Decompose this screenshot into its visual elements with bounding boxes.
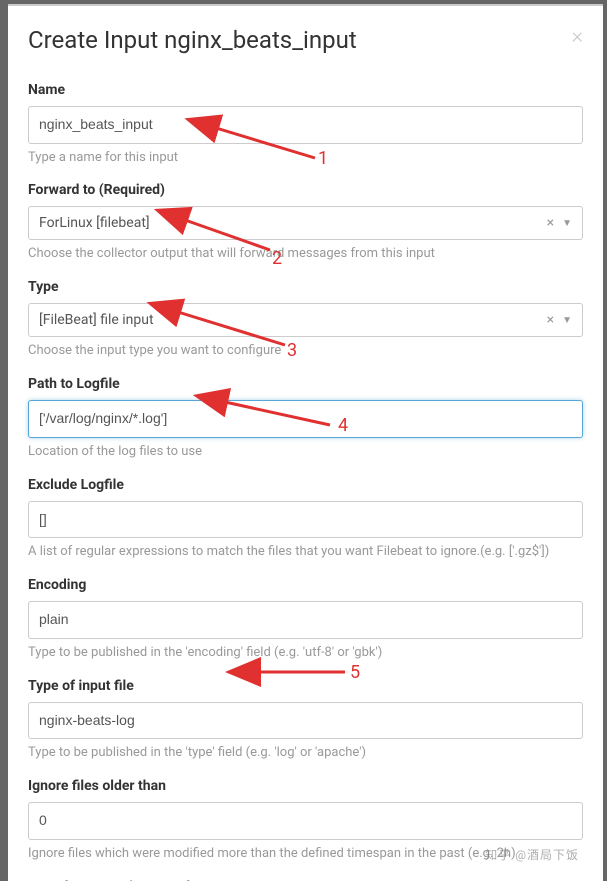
ignore-label: Ignore files older than	[28, 778, 583, 794]
field-exclude: Exclude Logfile A list of regular expres…	[28, 477, 583, 561]
create-input-modal: Create Input nginx_beats_input × Name Ty…	[8, 4, 603, 881]
type-value: [FileBeat] file input	[39, 312, 547, 328]
watermark: 知乎 @酒局下饭	[485, 846, 579, 863]
type-help: Choose the input type you want to config…	[28, 343, 583, 360]
close-icon[interactable]: ×	[571, 26, 583, 48]
field-path: Path to Logfile Location of the log file…	[28, 376, 583, 460]
name-input[interactable]	[28, 106, 583, 144]
field-forward: Forward to (Required) ForLinux [filebeat…	[28, 182, 583, 263]
inputfile-label: Type of input file	[28, 678, 583, 694]
clear-icon[interactable]: ×	[547, 215, 554, 231]
path-input[interactable]	[28, 400, 583, 438]
inputfile-input[interactable]	[28, 702, 583, 740]
clear-icon[interactable]: ×	[547, 312, 554, 328]
field-type: Type [FileBeat] file input × ▼ Choose th…	[28, 279, 583, 360]
encoding-input[interactable]	[28, 601, 583, 639]
encoding-help: Type to be published in the 'encoding' f…	[28, 645, 583, 662]
modal-header: Create Input nginx_beats_input ×	[28, 26, 583, 54]
exclude-input[interactable]	[28, 501, 583, 539]
forward-select[interactable]: ForLinux [filebeat] × ▼	[28, 206, 583, 240]
forward-label: Forward to (Required)	[28, 182, 583, 198]
forward-help: Choose the collector output that will fo…	[28, 246, 583, 263]
forward-value: ForLinux [filebeat]	[39, 215, 547, 231]
chevron-down-icon[interactable]: ▼	[562, 315, 572, 326]
inputfile-help: Type to be published in the 'type' field…	[28, 745, 583, 762]
path-help: Location of the log files to use	[28, 444, 583, 461]
chevron-down-icon[interactable]: ▼	[562, 218, 572, 229]
type-label: Type	[28, 279, 583, 295]
type-select[interactable]: [FileBeat] file input × ▼	[28, 303, 583, 337]
exclude-help: A list of regular expressions to match t…	[28, 544, 583, 561]
encoding-label: Encoding	[28, 577, 583, 593]
path-label: Path to Logfile	[28, 376, 583, 392]
field-name: Name Type a name for this input	[28, 82, 583, 166]
ignore-input[interactable]	[28, 802, 583, 840]
field-encoding: Encoding Type to be published in the 'en…	[28, 577, 583, 661]
name-help: Type a name for this input	[28, 150, 583, 167]
name-label: Name	[28, 82, 583, 98]
modal-title: Create Input nginx_beats_input	[28, 26, 357, 54]
exclude-label: Exclude Logfile	[28, 477, 583, 493]
field-inputfile: Type of input file Type to be published …	[28, 678, 583, 762]
